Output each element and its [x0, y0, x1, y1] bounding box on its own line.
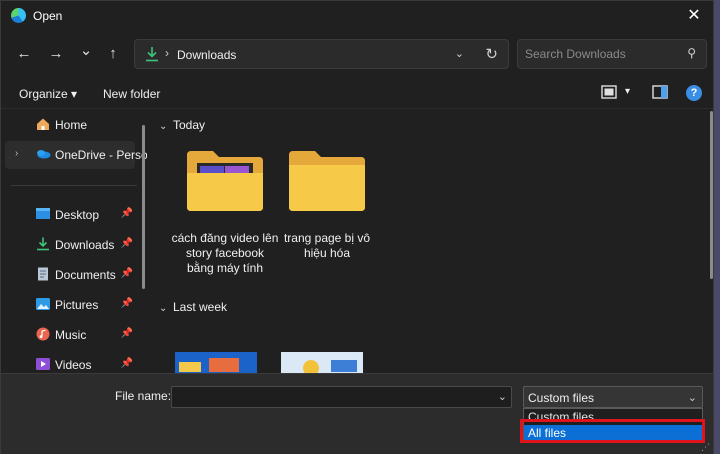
forward-arrow-icon[interactable]: →	[45, 43, 67, 65]
home-icon	[35, 117, 51, 131]
desktop-icon	[35, 207, 51, 221]
sidebar-item-desktop[interactable]: Desktop 📌	[5, 201, 135, 229]
open-dialog: Open ✕ ← → ⌄ ↑ › Downloads ⌄ ↻ ⚲ Organiz…	[0, 0, 714, 454]
music-icon	[35, 327, 51, 341]
sidebar-item-videos[interactable]: Videos 📌	[5, 351, 135, 373]
search-input[interactable]	[518, 40, 678, 68]
sidebar-item-documents[interactable]: Documents 📌	[5, 261, 135, 289]
sidebar-scrollbar[interactable]	[142, 125, 145, 289]
file-type-dropdown-icon[interactable]: ⌄	[688, 391, 697, 404]
collapse-chevron-icon[interactable]: ⌄	[159, 303, 173, 314]
content-scrollbar[interactable]	[710, 111, 713, 279]
group-header-today[interactable]: ⌄ Today	[159, 118, 205, 132]
breadcrumb-downloads[interactable]: Downloads	[177, 48, 236, 62]
group-label: Today	[173, 118, 206, 132]
sidebar-item-music[interactable]: Music 📌	[5, 321, 135, 349]
dialog-footer: File name: ⌄ Custom files ⌄ Custom files…	[1, 373, 713, 454]
downloads-icon	[35, 237, 51, 251]
pictures-icon	[35, 297, 51, 311]
file-list: ⌄ Today cách đăng video lên story faceboo…	[153, 111, 715, 373]
sidebar-item-pictures[interactable]: Pictures 📌	[5, 291, 135, 319]
navigation-pane: Home › OneDrive - Perso Desktop 📌 Downlo…	[1, 111, 147, 373]
pin-icon[interactable]: 📌	[121, 328, 133, 339]
file-name-input[interactable]: ⌄	[171, 386, 512, 408]
file-type-selected: Custom files	[528, 391, 595, 405]
navigation-bar: ← → ⌄ ↑ › Downloads ⌄ ↻ ⚲	[1, 37, 713, 71]
close-icon[interactable]: ✕	[683, 5, 705, 27]
folder-icon	[287, 149, 367, 213]
onedrive-icon	[35, 147, 51, 161]
sidebar-divider	[11, 185, 137, 186]
videos-icon	[35, 357, 51, 371]
image-thumbnail[interactable]	[175, 352, 257, 373]
sidebar-item-label: Documents	[55, 268, 116, 282]
up-arrow-icon[interactable]: ↑	[102, 43, 124, 65]
sidebar-item-label: Downloads	[55, 238, 115, 252]
title-bar: Open ✕	[1, 1, 713, 31]
command-bar: Organize ▾ New folder ▾ ?	[1, 79, 713, 109]
address-bar[interactable]: › Downloads ⌄ ↻	[134, 39, 509, 69]
search-icon[interactable]: ⚲	[687, 46, 696, 60]
downloads-icon	[145, 46, 159, 65]
view-dropdown-icon[interactable]: ▾	[625, 86, 630, 97]
folder-with-media-icon	[185, 149, 265, 213]
back-arrow-icon[interactable]: ←	[13, 43, 35, 65]
refresh-icon[interactable]: ↻	[485, 45, 498, 63]
preview-pane-icon[interactable]	[652, 85, 668, 102]
pin-icon[interactable]: 📌	[121, 358, 133, 369]
pin-icon[interactable]: 📌	[121, 208, 133, 219]
group-label: Last week	[173, 300, 228, 314]
edge-browser-icon	[11, 8, 26, 23]
sidebar-item-label: Pictures	[55, 298, 99, 312]
sidebar-item-home[interactable]: Home	[5, 111, 135, 139]
organize-button[interactable]: Organize ▾	[19, 87, 77, 101]
sidebar-item-label: Desktop	[55, 208, 100, 222]
new-folder-button[interactable]: New folder	[103, 87, 160, 101]
sidebar-item-label: Music	[55, 328, 87, 342]
folder-item[interactable]: cách đăng video lên story facebook bằng …	[172, 149, 278, 299]
documents-icon	[35, 267, 51, 281]
search-box[interactable]: ⚲	[517, 39, 707, 69]
file-name-label: File name:	[115, 389, 172, 403]
highlight-annotation-box	[520, 419, 705, 443]
help-icon[interactable]: ?	[686, 85, 702, 101]
view-options-icon[interactable]	[601, 85, 617, 102]
folder-name: cách đăng video lên story facebook bằng …	[171, 231, 279, 275]
window-title: Open	[33, 9, 63, 23]
file-type-select[interactable]: Custom files ⌄	[523, 386, 703, 408]
folder-name: trang page bị vô hiệu hóa	[283, 231, 371, 260]
image-thumbnail[interactable]	[281, 352, 363, 373]
pin-icon[interactable]: 📌	[121, 298, 133, 309]
expand-chevron-icon[interactable]: ›	[15, 148, 18, 159]
file-name-dropdown-icon[interactable]: ⌄	[498, 390, 507, 403]
address-history-chevron-icon[interactable]: ⌄	[455, 47, 464, 60]
sidebar-item-label: Home	[55, 118, 88, 132]
resize-grip-icon[interactable]: ⋰	[701, 442, 710, 453]
breadcrumb-separator-icon: ›	[165, 46, 169, 60]
collapse-chevron-icon[interactable]: ⌄	[159, 121, 173, 132]
group-header-last-week[interactable]: ⌄ Last week	[159, 300, 227, 314]
sidebar-item-downloads[interactable]: Downloads 📌	[5, 231, 135, 259]
sidebar-item-onedrive[interactable]: › OneDrive - Perso	[5, 141, 147, 169]
folder-item[interactable]: trang page bị vô hiệu hóa	[277, 149, 377, 269]
pin-icon[interactable]: 📌	[121, 238, 133, 249]
recent-locations-chevron-icon[interactable]: ⌄	[75, 40, 97, 62]
sidebar-item-label: Videos	[55, 358, 92, 372]
sidebar-item-label: OneDrive - Perso	[55, 148, 147, 162]
pin-icon[interactable]: 📌	[121, 268, 133, 279]
